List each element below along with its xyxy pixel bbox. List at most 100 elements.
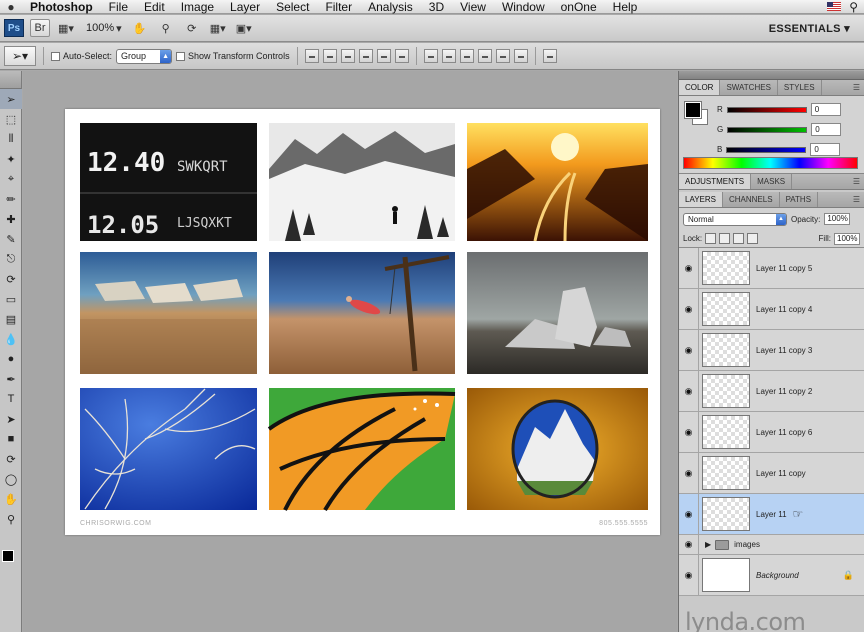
fill-input[interactable]: 100% [834,232,860,245]
document-canvas[interactable]: 12.40 SWKQRT 12.05 LJSQXKT CHRISORWIG.CO… [65,109,660,535]
tab-color[interactable]: COLOR [679,80,721,95]
menu-analysis[interactable]: Analysis [360,0,421,14]
menu-file[interactable]: File [101,0,136,14]
screen-mode-icon[interactable]: ▣▾ [234,19,254,37]
brush-tool-icon[interactable]: ✎ [0,229,22,249]
layer-row-selected[interactable]: ◉ Layer 11 ☞ [679,493,864,535]
auto-align-button[interactable] [542,49,557,63]
rotate-view-icon[interactable]: ⟳ [182,19,202,37]
apple-icon[interactable]: ● [0,0,22,14]
tab-paths[interactable]: PATHS [780,192,819,207]
background-layer-row[interactable]: ◉ Background 🔒 [679,554,864,596]
visibility-eye-icon[interactable]: ◉ [679,554,699,596]
menu-onone[interactable]: onOne [553,0,605,14]
align-top-button[interactable] [304,49,319,63]
tools-panel-grip[interactable] [0,71,21,89]
foreground-color-swatch[interactable] [684,101,702,119]
menu-edit[interactable]: Edit [136,0,173,14]
red-slider[interactable] [726,106,807,113]
hand-tool-icon[interactable]: ✋ [0,489,22,509]
bridge-button[interactable]: Br [30,19,50,37]
tab-swatches[interactable]: SWATCHES [720,80,778,95]
tool-preset-picker[interactable]: ➢▾ [4,46,36,66]
input-flag-icon[interactable] [827,2,842,11]
visibility-eye-icon[interactable]: ◉ [679,411,699,453]
type-tool-icon[interactable]: T [0,389,22,409]
align-bottom-button[interactable] [340,49,355,63]
green-value-input[interactable]: 0 [811,123,842,136]
tab-channels[interactable]: CHANNELS [723,192,780,207]
menu-filter[interactable]: Filter [317,0,360,14]
align-left-button[interactable] [358,49,373,63]
distribute-bottom-button[interactable] [459,49,474,63]
distribute-top-button[interactable] [423,49,438,63]
shape-tool-icon[interactable]: ■ [0,429,22,449]
blur-tool-icon[interactable]: 💧 [0,329,22,349]
visibility-eye-icon[interactable]: ◉ [679,288,699,330]
distribute-hcenter-button[interactable] [495,49,510,63]
photoshop-logo[interactable]: Ps [4,19,24,37]
visibility-eye-icon[interactable]: ◉ [679,370,699,412]
gradient-tool-icon[interactable]: ▤ [0,309,22,329]
workspace-switcher[interactable]: ESSENTIALS ▾ [769,22,850,35]
layer-row[interactable]: ◉ Layer 11 copy 6 [679,411,864,453]
visibility-eye-icon[interactable]: ◉ [679,534,699,555]
canvas-area[interactable]: 12.40 SWKQRT 12.05 LJSQXKT CHRISORWIG.CO… [23,71,677,632]
extras-icon[interactable]: ▦▾ [56,19,76,37]
lock-all-button[interactable] [747,233,759,244]
eraser-tool-icon[interactable]: ▭ [0,289,22,309]
layer-row[interactable]: ◉ Layer 11 copy 2 [679,370,864,412]
lock-position-button[interactable] [733,233,745,244]
auto-select-checkbox[interactable]: Auto-Select: [51,51,112,61]
history-brush-tool-icon[interactable]: ⟳ [0,269,22,289]
zoom-level[interactable]: 100% ▾ [82,19,124,37]
menu-window[interactable]: Window [494,0,553,14]
3d-rotate-tool-icon[interactable]: ⟳ [0,449,22,469]
menu-layer[interactable]: Layer [222,0,268,14]
menu-select[interactable]: Select [268,0,317,14]
distribute-vcenter-button[interactable] [441,49,456,63]
panel-dock-header[interactable] [679,71,864,80]
tab-masks[interactable]: MASKS [751,174,793,189]
layer-row[interactable]: ◉ Layer 11 copy [679,452,864,494]
foreground-color-swatch[interactable] [2,550,14,562]
layer-row[interactable]: ◉ Layer 11 copy 4 [679,288,864,330]
crop-tool-icon[interactable]: ⌖ [0,169,22,189]
visibility-eye-icon[interactable]: ◉ [679,247,699,289]
distribute-left-button[interactable] [477,49,492,63]
visibility-eye-icon[interactable]: ◉ [679,493,699,535]
zoom-tool-icon[interactable]: ⚲ [156,19,176,37]
blend-mode-dropdown[interactable]: Normal ▲ [683,212,787,226]
lock-pixels-button[interactable] [719,233,731,244]
red-value-input[interactable]: 0 [810,103,841,116]
show-transform-checkbox[interactable]: Show Transform Controls [176,51,290,61]
quick-select-tool-icon[interactable]: ✦ [0,149,22,169]
tab-adjustments[interactable]: ADJUSTMENTS [679,174,752,189]
arrange-documents-icon[interactable]: ▦▾ [208,19,228,37]
green-slider[interactable] [727,126,808,133]
align-hcenter-button[interactable] [376,49,391,63]
tab-styles[interactable]: STYLES [778,80,822,95]
hand-icon[interactable]: ✋ [130,19,150,37]
expand-triangle-icon[interactable]: ▶ [705,540,711,549]
opacity-input[interactable]: 100% [824,213,851,225]
color-spectrum-ramp[interactable] [683,157,858,169]
lasso-tool-icon[interactable]: ⦀ [0,129,22,149]
tab-layers[interactable]: LAYERS [679,192,723,207]
layer-row[interactable]: ◉ Layer 11 copy 5 [679,247,864,289]
3d-orbit-tool-icon[interactable]: ◯ [0,469,22,489]
healing-brush-tool-icon[interactable]: ✚ [0,209,22,229]
align-right-button[interactable] [394,49,409,63]
panel-menu-icon[interactable]: ☰ [853,195,860,204]
align-vcenter-button[interactable] [322,49,337,63]
auto-select-dropdown[interactable]: Group ▲ [116,48,173,64]
layer-group-row[interactable]: ◉ ▶ images [679,534,864,555]
eyedropper-tool-icon[interactable]: ✏ [0,189,22,209]
move-tool-icon[interactable]: ➢ [0,89,22,109]
menu-photoshop[interactable]: Photoshop [22,0,101,14]
layer-row[interactable]: ◉ Layer 11 copy 3 [679,329,864,371]
distribute-right-button[interactable] [513,49,528,63]
visibility-eye-icon[interactable]: ◉ [679,452,699,494]
zoom-tool-icon[interactable]: ⚲ [0,509,22,529]
menu-image[interactable]: Image [173,0,222,14]
